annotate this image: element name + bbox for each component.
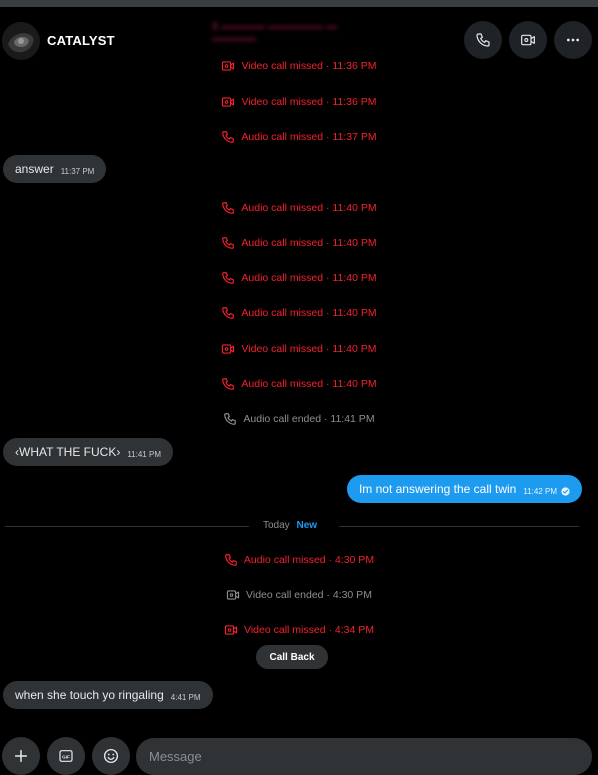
call-event-label: Audio call missed · 11:40 PM: [241, 307, 377, 319]
video-icon: [222, 97, 235, 107]
call-event: Video call missed · 4:34 PM: [0, 622, 598, 638]
video-call-button[interactable]: [509, 21, 547, 59]
video-icon: [224, 625, 238, 635]
call-event-label: Audio call missed · 11:40 PM: [241, 237, 377, 249]
call-event: Audio call missed · 11:40 PM: [0, 305, 598, 321]
phone-icon: [224, 413, 237, 425]
emoji-icon: [103, 748, 119, 764]
video-icon: [222, 61, 235, 71]
message-bubble-incoming[interactable]: when she touch yo ringaling 4:41 PM: [3, 681, 213, 709]
call-event-label: Video call missed · 4:34 PM: [244, 624, 374, 636]
message-text: ‹WHAT THE FUCK›: [15, 445, 121, 459]
message-time: 11:41 PM: [127, 450, 161, 459]
add-attachment-button[interactable]: [2, 737, 40, 775]
divider-line: [5, 526, 249, 527]
phone-icon: [222, 307, 235, 319]
phone-icon: [222, 272, 235, 284]
message-text: Im not answering the call twin: [358, 482, 517, 496]
divider-date: Today: [263, 520, 290, 531]
message-bubble-incoming[interactable]: ‹WHAT THE FUCK› 11:41 PM: [3, 438, 173, 466]
call-event: Audio call missed · 11:40 PM: [0, 270, 598, 286]
window-top-strip: [0, 0, 598, 7]
gif-icon: GIF: [59, 750, 73, 762]
svg-text:GIF: GIF: [62, 754, 70, 759]
divider-line: [339, 526, 579, 527]
call-event-label: Video call ended · 4:30 PM: [246, 589, 372, 601]
contact-name[interactable]: CATALYST: [47, 33, 115, 48]
phone-icon: [225, 554, 237, 566]
call-back-button[interactable]: Call Back: [256, 645, 328, 669]
plus-icon: [14, 749, 28, 763]
call-event: Audio call ended · 11:41 PM: [0, 411, 598, 427]
message-time: 11:37 PM: [60, 167, 95, 176]
call-event: Video call missed · 11:36 PM: [0, 58, 598, 74]
message-composer: GIF: [0, 735, 598, 775]
call-event-label: Video call missed · 11:40 PM: [241, 343, 377, 355]
scrolled-event-ghost: ▮ ▬▬▬▬ ▬▬▬▬▬ ▬ ▬▬▬▬: [212, 20, 338, 44]
call-event: Audio call missed · 11:40 PM: [0, 376, 598, 392]
message-text: answer: [15, 162, 54, 176]
message-bubble-incoming[interactable]: answer 11:37 PM: [3, 155, 107, 183]
call-event: Video call missed · 11:40 PM: [0, 341, 598, 357]
message-input[interactable]: [136, 738, 592, 775]
call-event-label: Audio call missed · 4:30 PM: [243, 554, 375, 566]
call-event-label: Video call missed · 11:36 PM: [241, 96, 377, 108]
message-time: 11:42 PM: [523, 487, 557, 496]
emoji-button[interactable]: [92, 737, 130, 775]
video-icon: [222, 344, 235, 354]
phone-icon: [222, 237, 235, 249]
date-divider: Today New: [5, 519, 579, 533]
more-options-button[interactable]: [554, 21, 592, 59]
avatar-image: [2, 22, 40, 60]
phone-icon: [476, 33, 490, 47]
phone-icon: [222, 131, 235, 143]
message-time: 4:41 PM: [170, 693, 201, 702]
read-receipt-icon: [561, 487, 570, 496]
call-event-label: Audio call ended · 11:41 PM: [243, 413, 375, 425]
video-icon: [521, 34, 535, 46]
phone-icon: [222, 378, 235, 390]
call-event-label: Audio call missed · 11:40 PM: [241, 272, 377, 284]
avatar[interactable]: [2, 22, 40, 60]
call-event-label: Audio call missed · 11:40 PM: [241, 202, 377, 214]
call-event: Video call missed · 11:36 PM: [0, 94, 598, 110]
call-event-label: Audio call missed · 11:40 PM: [241, 378, 377, 390]
phone-icon: [222, 202, 235, 214]
call-event: Audio call missed · 11:40 PM: [0, 200, 598, 216]
call-event-label: Audio call missed · 11:37 PM: [241, 131, 377, 143]
call-event: Video call ended · 4:30 PM: [0, 587, 598, 603]
call-event: Audio call missed · 11:37 PM: [0, 129, 598, 145]
divider-label: Today New: [263, 520, 317, 531]
gif-button[interactable]: GIF: [47, 737, 85, 775]
more-icon: [567, 38, 579, 42]
video-icon: [226, 590, 240, 600]
message-bubble-outgoing[interactable]: Im not answering the call twin 11:42 PM: [346, 475, 582, 503]
audio-call-button[interactable]: [464, 21, 502, 59]
message-text: when she touch yo ringaling: [15, 688, 164, 702]
call-event: Audio call missed · 4:30 PM: [0, 552, 598, 568]
call-event-label: Video call missed · 11:36 PM: [241, 60, 377, 72]
call-event: Audio call missed · 11:40 PM: [0, 235, 598, 251]
new-badge: New: [296, 520, 318, 531]
